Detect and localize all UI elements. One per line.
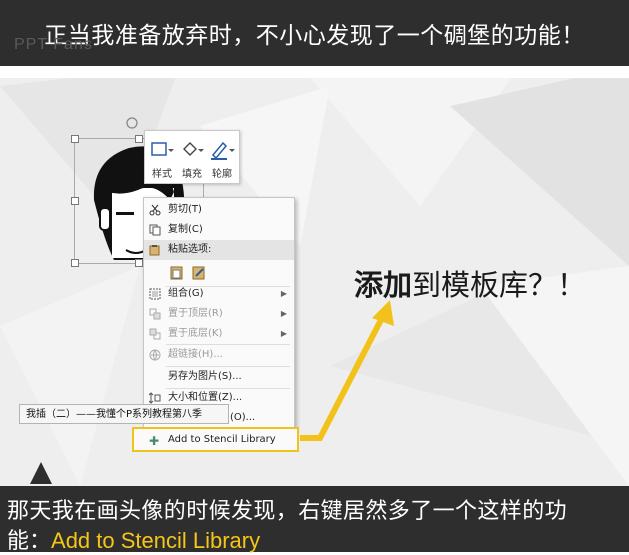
outline-button[interactable]: 轮廓 xyxy=(207,135,237,180)
context-menu: 剪切(T) 复制(C) 粘贴选项: 组合(G) ▶ 置于顶层(R) ▶ 置于底层… xyxy=(143,197,295,431)
fill-button[interactable]: 填充 xyxy=(177,135,207,180)
menu-item-copy[interactable]: 复制(C) xyxy=(144,220,294,240)
menu-item-label: Add to Stencil Library xyxy=(168,434,276,445)
menu-item-label: 另存为图片(S)... xyxy=(168,371,242,382)
plus-icon: ✚ xyxy=(149,434,160,448)
fill-bucket-icon xyxy=(183,142,204,156)
tooltip: 我插（二）——我懂个P系列教程第八季 xyxy=(19,404,229,424)
callout-text: 添加到模板库？！ xyxy=(354,262,586,304)
menu-item-bring-to-front[interactable]: 置于顶层(R) ▶ xyxy=(144,304,294,324)
send-back-icon xyxy=(149,328,161,340)
callout-rest: 到模板库？！ xyxy=(412,268,587,302)
outline-pen-icon xyxy=(211,141,235,160)
speech-pointer xyxy=(30,462,52,484)
style-button[interactable]: 样式 xyxy=(147,135,177,180)
menu-item-label: 置于顶层(R) xyxy=(168,308,223,319)
outline-label: 轮廓 xyxy=(212,169,232,180)
menu-item-label: 置于底层(K) xyxy=(168,328,223,339)
group-icon xyxy=(149,288,161,300)
top-banner: 正当我准备放弃时，不小心发现了一个碉堡的功能！ PPT Fans xyxy=(0,0,629,66)
caption-line-2: 能：Add to Stencil Library xyxy=(7,523,260,555)
submenu-arrow-icon: ▶ xyxy=(280,289,287,298)
mini-toolbar: 样式 填充 轮廓 xyxy=(144,130,240,184)
menu-item-label: 组合(G) xyxy=(168,288,204,299)
watermark: PPT Fans xyxy=(14,36,93,53)
bring-front-icon xyxy=(149,308,161,320)
caption-highlight: Add to Stencil Library xyxy=(51,528,261,553)
caption-prefix: 能： xyxy=(7,529,52,554)
bottom-banner: 那天我在画头像的时候发现，右键居然多了一个这样的功 能：Add to Stenc… xyxy=(0,486,629,555)
paste-icon xyxy=(149,245,160,256)
menu-item-cut[interactable]: 剪切(T) xyxy=(144,200,294,220)
banner-gap xyxy=(0,66,629,78)
size-position-icon xyxy=(149,392,161,404)
resize-handle-left[interactable] xyxy=(71,197,79,205)
menu-item-label: (O)... xyxy=(230,412,256,423)
style-label: 样式 xyxy=(152,169,172,180)
paste-picture-icon[interactable] xyxy=(192,264,206,280)
top-banner-title: 正当我准备放弃时，不小心发现了一个碉堡的功能！ xyxy=(44,23,585,49)
submenu-arrow-icon: ▶ xyxy=(280,329,287,338)
menu-item-label: 剪切(T) xyxy=(168,204,202,215)
style-icon xyxy=(151,142,174,156)
menu-item-label: 复制(C) xyxy=(168,224,203,235)
resize-handle-bottom[interactable] xyxy=(135,259,143,267)
submenu-arrow-icon: ▶ xyxy=(280,309,287,318)
caption-line-1: 那天我在画头像的时候发现，右键居然多了一个这样的功 xyxy=(7,499,568,524)
copy-icon xyxy=(149,224,161,236)
menu-item-save-as-picture[interactable]: 另存为图片(S)... xyxy=(144,367,294,387)
menu-paste-options-header: 粘贴选项: xyxy=(144,240,294,260)
resize-handle-bl[interactable] xyxy=(71,259,79,267)
hyperlink-icon xyxy=(149,349,161,361)
menu-item-send-to-back[interactable]: 置于底层(K) ▶ xyxy=(144,324,294,344)
menu-item-group[interactable]: 组合(G) ▶ xyxy=(144,284,294,304)
resize-handle-top[interactable] xyxy=(135,135,143,143)
callout-arrow xyxy=(300,300,394,441)
menu-item-hyperlink[interactable]: 超链接(H)... xyxy=(144,345,294,365)
resize-handle-tl[interactable] xyxy=(71,135,79,143)
scissors-icon xyxy=(149,204,161,216)
fill-label: 填充 xyxy=(182,169,202,180)
rotate-handle-icon[interactable] xyxy=(124,115,140,131)
menu-item-label: 超链接(H)... xyxy=(168,349,223,360)
paste-buttons xyxy=(168,262,208,282)
menu-item-label: 粘贴选项: xyxy=(168,244,212,255)
callout-bold: 添加 xyxy=(354,268,413,302)
menu-item-add-to-stencil[interactable]: ✚ Add to Stencil Library xyxy=(132,427,299,452)
paste-keep-format-icon[interactable] xyxy=(170,264,184,280)
